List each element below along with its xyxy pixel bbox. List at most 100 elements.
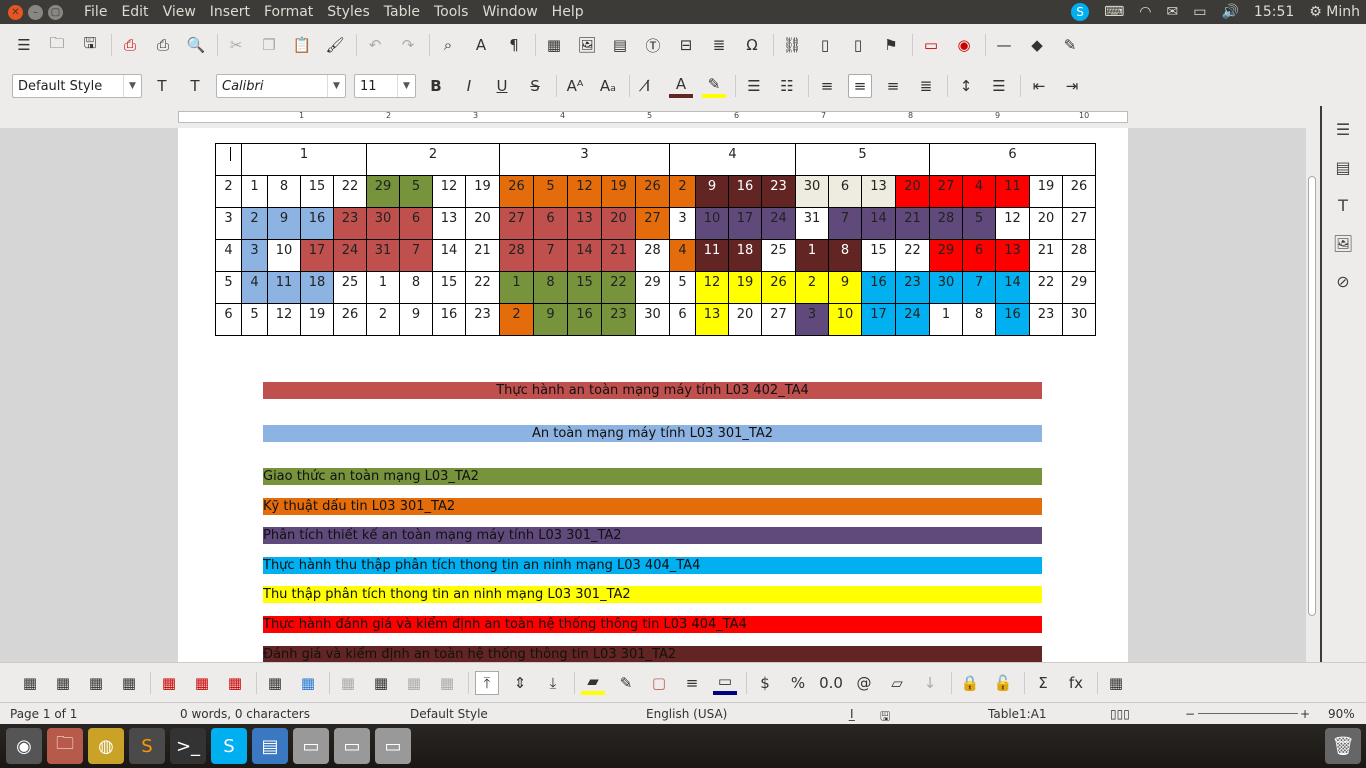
calendar-cell[interactable]: 14 [432, 239, 466, 272]
bookmark-icon[interactable]: ⚑ [879, 33, 903, 57]
calendar-cell[interactable]: 3 [795, 303, 829, 336]
calendar-cell[interactable]: 9 [533, 303, 568, 336]
calendar-cell[interactable]: 31 [366, 239, 400, 272]
view-layout-icon[interactable]: ▯▯▯ [1110, 707, 1130, 721]
calendar-cell[interactable] [215, 143, 242, 176]
calendar-cell[interactable]: 9 [267, 207, 301, 240]
skype-tray-icon[interactable]: S [1071, 3, 1090, 21]
calendar-cell[interactable]: 21 [1029, 239, 1063, 272]
calendar-cell[interactable]: 13 [695, 303, 729, 336]
horizontal-ruler[interactable]: 1 2 3 4 5 6 7 8 9 10 [0, 106, 1366, 128]
unprotect-cells-icon[interactable]: 🔓 [991, 671, 1015, 695]
print-preview-icon[interactable]: 🔍 [184, 33, 208, 57]
maximize-window-icon[interactable]: ▢ [48, 4, 63, 20]
calendar-cell[interactable]: 26 [1062, 175, 1096, 208]
calendar-cell[interactable]: 8 [399, 271, 433, 304]
calendar-cell[interactable]: 12 [267, 303, 301, 336]
calendar-cell[interactable]: 16 [861, 271, 896, 304]
sum-icon[interactable]: Σ [1031, 671, 1055, 695]
volume-icon[interactable]: 🔊 [1221, 4, 1238, 20]
chrome-icon[interactable]: ◍ [88, 728, 124, 764]
insert-mode-icon[interactable]: I̲ [850, 707, 854, 721]
files-icon[interactable]: 🗀 [47, 728, 83, 764]
redo-icon[interactable]: ↷ [396, 33, 420, 57]
calendar-cell[interactable]: 13 [567, 207, 602, 240]
word-count[interactable]: 0 words, 0 characters [180, 707, 310, 721]
insert-chart-icon[interactable]: ▤ [608, 33, 632, 57]
calendar-cell[interactable]: 29 [366, 175, 400, 208]
undo-icon[interactable]: ↶ [363, 33, 387, 57]
insert-columns-icon[interactable]: ▦ [117, 671, 141, 695]
calendar-cell[interactable]: 7 [399, 239, 433, 272]
calendar-cell[interactable]: 13 [432, 207, 466, 240]
calendar-cell[interactable]: 1 [499, 271, 534, 304]
calendar-cell[interactable]: 27 [499, 207, 534, 240]
calendar-cell[interactable]: 12 [567, 175, 602, 208]
legend-item[interactable]: Thực hành an toàn mạng máy tính L03 402_… [263, 382, 1042, 399]
calendar-cell[interactable]: 11 [267, 271, 301, 304]
sublime-icon[interactable]: S [129, 728, 165, 764]
calendar-cell[interactable]: 10 [828, 303, 862, 336]
close-window-icon[interactable]: ✕ [8, 4, 23, 20]
save-icon[interactable]: 🖫 [78, 33, 102, 57]
calendar-cell[interactable]: 16 [567, 303, 602, 336]
drive-icon[interactable]: ▭ [375, 728, 411, 764]
calendar-cell[interactable]: 4 [241, 271, 268, 304]
calendar-cell[interactable]: 1 [929, 303, 963, 336]
optimize-icon[interactable]: ▦ [435, 671, 459, 695]
cell-background-icon[interactable]: ▰ [581, 671, 605, 695]
zoom-level[interactable]: 90% [1328, 707, 1355, 721]
center-vertically-icon[interactable]: ⇕ [508, 671, 532, 695]
calendar-cell[interactable]: 27 [1062, 207, 1096, 240]
calendar-cell[interactable]: 31 [795, 207, 829, 240]
mail-icon[interactable]: ✉ [1167, 4, 1179, 20]
align-top-icon[interactable]: ⤒ [475, 670, 499, 695]
autoformat-icon[interactable]: ✎ [614, 671, 638, 695]
calendar-cell[interactable]: 22 [333, 175, 367, 208]
insert-rows-below-icon[interactable]: ▦ [84, 671, 108, 695]
clone-formatting-icon[interactable]: 🖌 [323, 33, 347, 57]
menu-insert[interactable]: Insert [203, 4, 257, 20]
menu-view[interactable]: View [156, 4, 203, 20]
calendar-cell[interactable]: 7 [962, 271, 996, 304]
calendar-cell[interactable]: 4 [215, 239, 242, 272]
calendar-cell[interactable]: 15 [567, 271, 602, 304]
spelling-icon[interactable]: A [469, 33, 493, 57]
calendar-cell[interactable]: 5 [962, 207, 996, 240]
align-left-icon[interactable]: ≡ [815, 74, 839, 98]
calendar-cell[interactable]: 24 [895, 303, 930, 336]
insert-page-break-icon[interactable]: ⊟ [674, 33, 698, 57]
document-page[interactable]: 1 2 3 4 5 6 2 1 8 15 22 29 5 12 19 26 5 12 19 26 2 9 16 23 30 6 13… [178, 128, 1128, 662]
italic-icon[interactable]: I [457, 74, 481, 98]
wifi-icon[interactable]: ◠ [1139, 4, 1151, 20]
decrease-indent-icon[interactable]: ⇤ [1027, 74, 1051, 98]
hyperlink-icon[interactable]: ⛓ [780, 33, 804, 57]
select-table-icon[interactable]: ▦ [296, 671, 320, 695]
calendar-cell[interactable]: 19 [728, 271, 762, 304]
superscript-icon[interactable]: Aᴬ [563, 74, 587, 98]
calendar-cell[interactable]: 22 [895, 239, 930, 272]
calendar-cell[interactable]: 30 [795, 175, 829, 208]
paragraph-spacing-icon[interactable]: ☰ [987, 74, 1011, 98]
borders-icon[interactable]: ▢ [647, 671, 671, 695]
calendar-cell[interactable]: 10 [267, 239, 301, 272]
calendar-cell[interactable]: 28 [499, 239, 534, 272]
calendar-cell[interactable]: 16 [995, 303, 1030, 336]
calendar-cell[interactable]: 6 [399, 207, 433, 240]
track-changes-icon[interactable]: ◉ [952, 33, 976, 57]
new-document-icon[interactable]: ☰ [12, 33, 36, 57]
minimize-window-icon[interactable]: – [28, 4, 43, 20]
paste-icon[interactable]: 📋 [290, 33, 314, 57]
calendar-cell[interactable]: 29 [635, 271, 670, 304]
calendar-cell[interactable]: 26 [635, 175, 670, 208]
highlight-color-icon[interactable]: ✎ [702, 74, 726, 98]
calendar-table[interactable]: 1 2 3 4 5 6 2 1 8 15 22 29 5 12 19 26 5 12 19 26 2 9 16 23 30 6 13… [215, 143, 1096, 336]
calendar-cell[interactable]: 2 [366, 303, 400, 336]
calendar-cell[interactable]: 8 [828, 239, 862, 272]
calendar-cell[interactable]: 9 [695, 175, 729, 208]
calendar-cell[interactable]: 28 [929, 207, 963, 240]
paragraph-style-select[interactable]: Default Style ▼ [12, 74, 142, 98]
calendar-cell[interactable]: 6 [215, 303, 242, 336]
calendar-cell[interactable]: 24 [761, 207, 796, 240]
calendar-cell[interactable]: 27 [929, 175, 963, 208]
